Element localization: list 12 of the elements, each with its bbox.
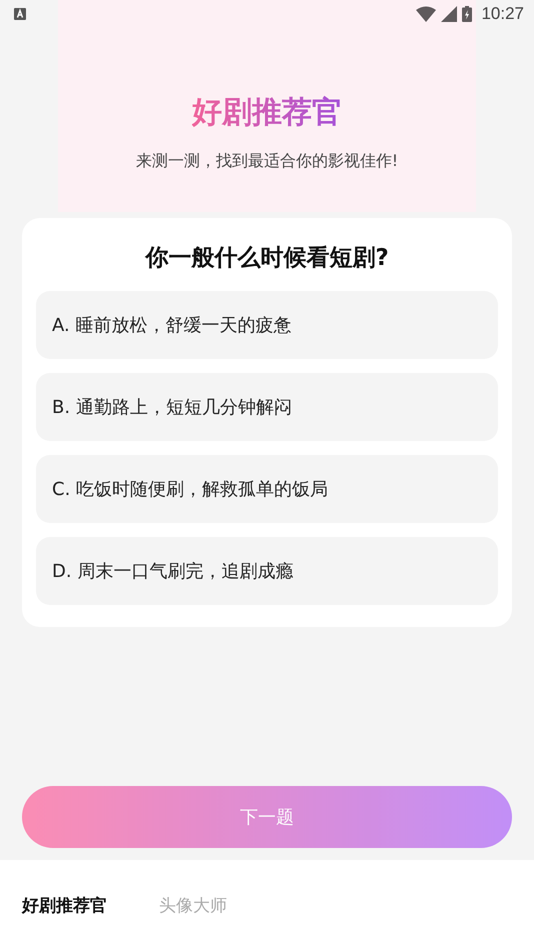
subtitle: 来测一测，找到最适合你的影视佳作!: [136, 151, 398, 172]
answer-option[interactable]: D. 周末一口气刷完，追剧成瘾: [36, 537, 498, 605]
clock: 10:27: [481, 4, 524, 24]
answer-option[interactable]: B. 通勤路上，短短几分钟解闷: [36, 373, 498, 441]
nav-tab[interactable]: 好剧推荐官: [22, 894, 107, 916]
answer-option[interactable]: C. 吃饭时随便刷，解救孤单的饭局: [36, 455, 498, 523]
battery-icon: [462, 6, 472, 22]
notification-icon: [14, 8, 26, 20]
answer-option[interactable]: A. 睡前放松，舒缓一天的疲惫: [36, 291, 498, 359]
signal-icon: [441, 6, 458, 22]
wifi-icon: [416, 6, 436, 22]
question-text: 你一般什么时候看短剧?: [144, 244, 390, 273]
